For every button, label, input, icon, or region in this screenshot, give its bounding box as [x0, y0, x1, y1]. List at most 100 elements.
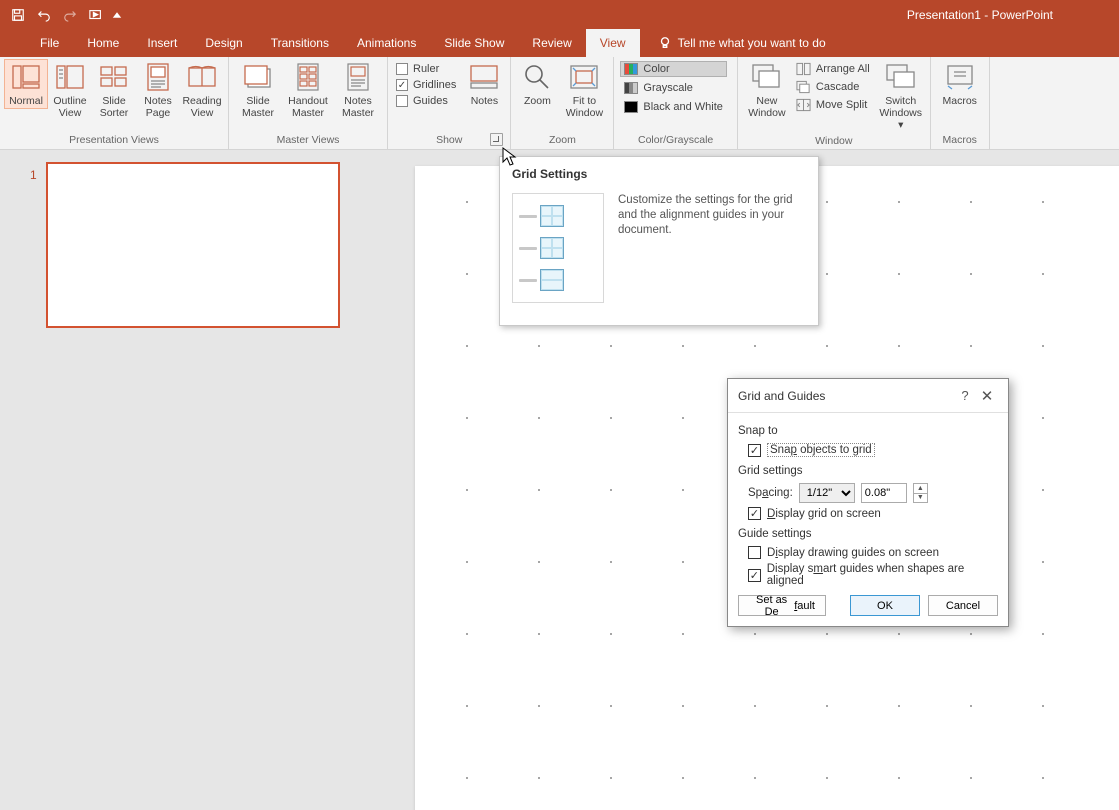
group-label-presentation-views: Presentation Views — [4, 132, 224, 149]
grayscale-button[interactable]: Grayscale — [620, 80, 726, 96]
color-button[interactable]: Color — [620, 61, 726, 77]
tab-design[interactable]: Design — [191, 29, 256, 57]
outline-view-button[interactable]: Outline View — [48, 59, 92, 121]
tell-me-label: Tell me what you want to do — [678, 36, 826, 50]
notes-master-icon — [342, 61, 374, 93]
ruler-checkbox[interactable]: Ruler — [396, 63, 456, 75]
notes-page-button[interactable]: Notes Page — [136, 59, 180, 121]
tell-me[interactable]: Tell me what you want to do — [640, 29, 826, 57]
slide-thumbnail-pane: 1 — [0, 150, 395, 810]
spacing-fraction-select[interactable]: 1/12" — [799, 483, 855, 503]
tab-slideshow[interactable]: Slide Show — [430, 29, 518, 57]
tab-transitions[interactable]: Transitions — [257, 29, 343, 57]
group-label-zoom: Zoom — [515, 132, 609, 149]
start-from-beginning-icon[interactable] — [84, 3, 108, 27]
window-title: Presentation1 - PowerPoint — [907, 8, 1113, 22]
spacing-decimal-input[interactable] — [861, 483, 907, 503]
group-zoom: Zoom Fit to Window Zoom — [511, 57, 614, 149]
display-grid-checkbox[interactable]: ✓Display grid on screen — [738, 505, 998, 522]
dialog-titlebar[interactable]: Grid and Guides ? ✕ — [728, 379, 1008, 413]
snap-objects-checkbox[interactable]: ✓Snap objects to grid — [738, 441, 998, 459]
cascade-button[interactable]: Cascade — [794, 79, 872, 95]
group-master-views: Slide Master Handout Master Notes Master… — [229, 57, 388, 149]
gridlines-checkbox[interactable]: ✓Gridlines — [396, 79, 456, 91]
group-label-show: Show — [392, 132, 506, 149]
dialog-close-button[interactable]: ✕ — [976, 387, 998, 405]
switch-windows-button[interactable]: Switch Windows ▾ — [876, 59, 926, 133]
group-show: Ruler ✓Gridlines Guides Notes Show — [388, 57, 511, 149]
spacing-label: Spacing: — [748, 487, 793, 499]
notes-master-button[interactable]: Notes Master — [333, 59, 383, 121]
slide-thumbnail-1[interactable] — [46, 162, 340, 328]
title-bar: Presentation1 - PowerPoint — [0, 0, 1119, 29]
ribbon-tabs: File Home Insert Design Transitions Anim… — [0, 29, 1119, 57]
display-drawing-guides-checkbox[interactable]: Display drawing guides on screen — [738, 544, 998, 561]
set-as-default-button[interactable]: Set as Default — [738, 595, 826, 616]
reading-view-button[interactable]: Reading View — [180, 59, 224, 121]
normal-button[interactable]: Normal — [4, 59, 48, 109]
ribbon: Normal Outline View Slide Sorter Notes P… — [0, 57, 1119, 150]
tab-animations[interactable]: Animations — [343, 29, 430, 57]
reading-view-icon — [186, 61, 218, 93]
fit-window-icon — [568, 61, 600, 93]
guides-checkbox[interactable]: Guides — [396, 95, 456, 107]
group-presentation-views: Normal Outline View Slide Sorter Notes P… — [0, 57, 229, 149]
black-white-button[interactable]: Black and White — [620, 99, 726, 115]
tooltip-description: Customize the settings for the grid and … — [618, 193, 806, 303]
tab-view[interactable]: View — [586, 29, 640, 57]
move-split-button[interactable]: Move Split — [794, 97, 872, 113]
guide-settings-section: Guide settings — [738, 528, 998, 540]
macros-button[interactable]: Macros — [935, 59, 985, 109]
zoom-button[interactable]: Zoom — [515, 59, 559, 109]
macros-icon — [944, 61, 976, 93]
cancel-button[interactable]: Cancel — [928, 595, 998, 616]
display-smart-guides-checkbox[interactable]: ✓Display smart guides when shapes are al… — [738, 561, 998, 589]
group-color-grayscale: Color Grayscale Black and White Color/Gr… — [614, 57, 737, 149]
fit-to-window-button[interactable]: Fit to Window — [559, 59, 609, 121]
notes-button[interactable]: Notes — [462, 59, 506, 109]
dialog-help-button[interactable]: ? — [954, 388, 976, 403]
zoom-icon — [521, 61, 553, 93]
arrange-all-button[interactable]: Arrange All — [794, 61, 872, 77]
switch-windows-icon — [885, 61, 917, 93]
snap-to-section: Snap to — [738, 425, 998, 437]
group-label-master-views: Master Views — [233, 132, 383, 149]
normal-view-icon — [10, 61, 42, 93]
slide-sorter-icon — [98, 61, 130, 93]
save-icon[interactable] — [6, 3, 30, 27]
ok-button[interactable]: OK — [850, 595, 920, 616]
redo-icon[interactable] — [58, 3, 82, 27]
tab-insert[interactable]: Insert — [133, 29, 191, 57]
group-window: New Window Arrange All Cascade Move Spli… — [738, 57, 931, 149]
tab-home[interactable]: Home — [73, 29, 133, 57]
spacing-spinner[interactable]: ▲▼ — [913, 483, 928, 503]
show-launcher[interactable] — [490, 133, 503, 146]
new-window-button[interactable]: New Window — [742, 59, 792, 121]
tooltip-preview-icon — [512, 193, 604, 303]
notes-page-icon — [142, 61, 174, 93]
lightbulb-icon — [658, 36, 672, 50]
group-label-macros: Macros — [935, 132, 985, 149]
tab-file[interactable]: File — [26, 29, 73, 57]
grid-and-guides-dialog: Grid and Guides ? ✕ Snap to ✓Snap object… — [727, 378, 1009, 627]
group-label-window: Window — [742, 133, 926, 150]
group-label-colorg: Color/Grayscale — [618, 132, 732, 149]
dialog-title: Grid and Guides — [738, 389, 825, 403]
tab-review[interactable]: Review — [518, 29, 585, 57]
slide-master-button[interactable]: Slide Master — [233, 59, 283, 121]
undo-icon[interactable] — [32, 3, 56, 27]
spacing-row: Spacing: 1/12" ▲▼ — [738, 481, 998, 505]
grid-settings-tooltip: Grid Settings Customize the settings for… — [499, 156, 819, 326]
notes-icon — [468, 61, 500, 93]
new-window-icon — [751, 61, 783, 93]
tooltip-title: Grid Settings — [500, 157, 818, 185]
handout-master-button[interactable]: Handout Master — [283, 59, 333, 121]
slide-master-icon — [242, 61, 274, 93]
group-macros: Macros Macros — [931, 57, 990, 149]
slide-sorter-button[interactable]: Slide Sorter — [92, 59, 136, 121]
handout-master-icon — [292, 61, 324, 93]
qat-customize-icon[interactable] — [110, 3, 124, 27]
quick-access-toolbar — [6, 3, 124, 27]
outline-view-icon — [54, 61, 86, 93]
slide-number: 1 — [30, 168, 37, 182]
